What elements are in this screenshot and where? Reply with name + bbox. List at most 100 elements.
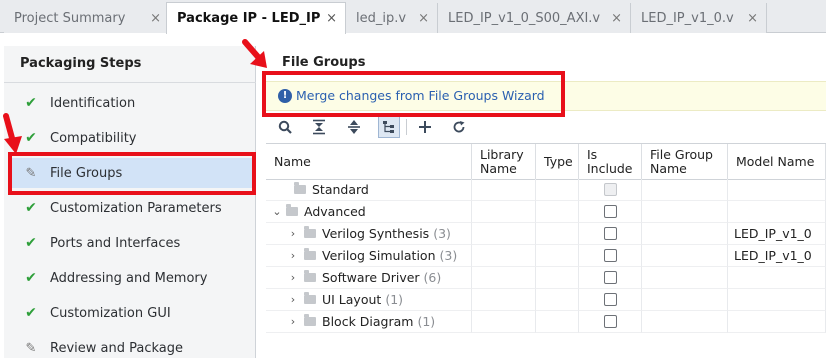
is-include-cell xyxy=(579,311,642,333)
model-name-cell xyxy=(728,311,826,333)
is-include-checkbox[interactable] xyxy=(603,315,617,328)
expand-all-icon[interactable] xyxy=(343,116,365,138)
close-icon[interactable]: × xyxy=(326,11,337,26)
chevron-right-icon[interactable]: › xyxy=(286,227,300,240)
close-icon[interactable]: × xyxy=(611,11,622,26)
step-addressing-and-memory[interactable]: ✔ Addressing and Memory xyxy=(12,263,252,293)
is-include-cell xyxy=(579,245,642,267)
step-ports-and-interfaces[interactable]: ✔ Ports and Interfaces xyxy=(12,228,252,258)
chevron-down-icon[interactable]: ⌄ xyxy=(270,205,284,218)
name-cell: › Verilog Simulation (3) xyxy=(266,245,472,267)
annotation-arrow-merge xyxy=(242,39,267,68)
step-label: Addressing and Memory xyxy=(50,270,208,286)
file-group-name-cell xyxy=(642,267,728,289)
check-icon: ✔ xyxy=(25,235,37,251)
is-include-checkbox[interactable] xyxy=(603,227,617,240)
step-label: Identification xyxy=(50,95,136,111)
tab-package-ip[interactable]: Package IP - LED_IP × xyxy=(166,2,346,34)
chevron-right-icon[interactable]: › xyxy=(286,293,300,306)
step-customization-gui[interactable]: ✔ Customization GUI xyxy=(12,298,252,328)
table-row[interactable]: › UI Layout (1) xyxy=(266,289,826,311)
is-include-checkbox[interactable] xyxy=(603,205,617,218)
step-customization-parameters[interactable]: ✔ Customization Parameters xyxy=(12,193,252,223)
column-header-label: Library Name xyxy=(480,146,524,176)
folder-icon xyxy=(294,182,306,194)
column-header-is-include[interactable]: Is Include xyxy=(579,144,642,180)
type-cell xyxy=(536,245,579,267)
is-include-cell xyxy=(579,179,642,201)
folder-icon xyxy=(304,248,316,260)
step-label: Customization Parameters xyxy=(50,200,222,216)
model-name-cell xyxy=(728,289,826,311)
row-count: (1) xyxy=(417,314,436,329)
refresh-icon[interactable] xyxy=(448,116,470,138)
column-header-type[interactable]: Type xyxy=(536,144,579,180)
type-cell xyxy=(536,311,579,333)
is-include-checkbox[interactable] xyxy=(603,249,617,262)
is-include-checkbox[interactable] xyxy=(603,271,617,284)
library-name-cell xyxy=(472,267,536,289)
tab-label: led_ip.v xyxy=(356,10,407,26)
collapse-all-icon[interactable] xyxy=(308,116,330,138)
file-group-name-cell xyxy=(642,289,728,311)
column-header-name[interactable]: Name xyxy=(266,144,472,180)
step-label: Review and Package xyxy=(50,340,183,356)
row-name: Verilog Synthesis xyxy=(322,226,430,241)
tab-label: LED_IP_v1_0_S00_AXI.v xyxy=(448,10,601,26)
folder-icon xyxy=(304,314,316,326)
name-cell: › Verilog Synthesis (3) xyxy=(266,223,472,245)
file-group-name-cell xyxy=(642,223,728,245)
column-header-label: File Group Name xyxy=(650,146,713,176)
step-review-and-package[interactable]: ✎ Review and Package xyxy=(12,333,252,358)
tab-project-summary[interactable]: Project Summary × xyxy=(4,3,170,33)
library-name-cell xyxy=(472,311,536,333)
model-name-cell xyxy=(728,201,826,223)
model-name-cell xyxy=(728,267,826,289)
close-icon[interactable]: × xyxy=(150,11,161,26)
type-cell xyxy=(536,201,579,223)
file-group-name-cell xyxy=(642,179,728,201)
table-row[interactable]: › Block Diagram (1) xyxy=(266,311,826,333)
column-header-file-group-name[interactable]: File Group Name xyxy=(642,144,728,180)
is-include-checkbox xyxy=(603,183,617,196)
table-row[interactable]: › Verilog Synthesis (3) LED_IP_v1_0 xyxy=(266,223,826,245)
library-name-cell xyxy=(472,201,536,223)
row-count: (6) xyxy=(423,270,442,285)
tab-led-ip-v1-0[interactable]: LED_IP_v1_0.v × xyxy=(631,3,767,33)
chevron-right-icon[interactable]: › xyxy=(286,249,300,262)
add-icon[interactable] xyxy=(414,116,436,138)
file-group-name-cell xyxy=(642,245,728,267)
is-include-cell xyxy=(579,267,642,289)
tab-led-ip-v[interactable]: led_ip.v × xyxy=(346,3,438,33)
name-cell: › UI Layout (1) xyxy=(266,289,472,311)
close-icon[interactable]: × xyxy=(418,11,429,26)
check-icon: ✔ xyxy=(25,270,37,286)
table-row[interactable]: › Software Driver (6) xyxy=(266,267,826,289)
hierarchy-icon[interactable] xyxy=(378,116,400,138)
close-icon[interactable]: × xyxy=(747,11,758,26)
tab-led-ip-s00-axi[interactable]: LED_IP_v1_0_S00_AXI.v × xyxy=(438,3,631,33)
column-header-model-name[interactable]: Model Name xyxy=(728,144,826,180)
table-row[interactable]: › Verilog Simulation (3) LED_IP_v1_0 xyxy=(266,245,826,267)
step-compatibility[interactable]: ✔ Compatibility xyxy=(12,123,252,153)
type-cell xyxy=(536,289,579,311)
table-row[interactable]: Standard xyxy=(266,179,826,201)
tab-label: LED_IP_v1_0.v xyxy=(641,10,734,26)
is-include-checkbox[interactable] xyxy=(603,293,617,306)
is-include-cell xyxy=(579,289,642,311)
library-name-cell xyxy=(472,223,536,245)
model-name-value: LED_IP_v1_0 xyxy=(734,248,812,263)
chevron-right-icon[interactable]: › xyxy=(286,271,300,284)
table-row[interactable]: ⌄ Advanced xyxy=(266,201,826,223)
packaging-steps-title: Packaging Steps xyxy=(20,56,142,71)
step-label: Customization GUI xyxy=(50,305,171,321)
chevron-right-icon[interactable]: › xyxy=(286,315,300,328)
folder-icon xyxy=(304,292,316,304)
search-icon[interactable] xyxy=(274,116,296,138)
folder-icon xyxy=(304,226,316,238)
annotation-arrow-file-groups xyxy=(3,113,22,154)
annotation-box-merge-link xyxy=(262,71,565,117)
step-identification[interactable]: ✔ Identification xyxy=(12,88,252,118)
column-header-library-name[interactable]: Library Name xyxy=(472,144,536,180)
row-name: Block Diagram xyxy=(322,314,414,329)
